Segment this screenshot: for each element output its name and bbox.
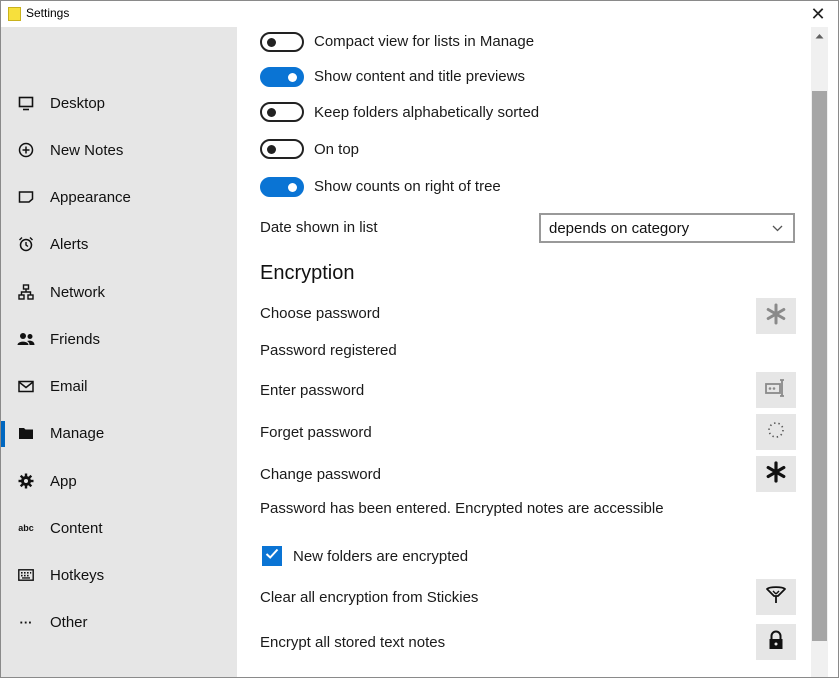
enter-password-label: Enter password (260, 382, 365, 399)
sidebar-item-other[interactable]: ··· Other (1, 602, 237, 642)
note-icon (16, 187, 36, 207)
change-password-label: Change password (260, 466, 381, 483)
toggle-knob (288, 183, 297, 192)
close-button[interactable]: ✕ (798, 1, 838, 27)
sidebar-item-alerts[interactable]: Alerts (1, 224, 237, 264)
toggle-alphabetical-sort[interactable] (260, 102, 304, 122)
monitor-icon (16, 93, 36, 113)
password-field-icon (765, 378, 787, 402)
toggle-label-compact-view: Compact view for lists in Manage (314, 33, 535, 50)
date-shown-label: Date shown in list (260, 219, 378, 236)
sidebar-item-new-notes[interactable]: New Notes (1, 130, 237, 170)
date-shown-dropdown[interactable]: depends on category (539, 213, 795, 243)
sidebar-item-label: Friends (50, 330, 101, 348)
toggle-label-alphabetical-sort: Keep folders alphabetically sorted (314, 104, 540, 121)
sidebar-item-hotkeys[interactable]: Hotkeys (1, 555, 237, 595)
settings-window: Settings ✕ Desktop New Notes Appearance (0, 0, 839, 678)
sidebar-item-label: App (50, 472, 77, 490)
sidebar-item-appearance[interactable]: Appearance (1, 177, 237, 217)
forget-password-label: Forget password (260, 424, 372, 441)
vertical-scrollbar[interactable] (811, 27, 828, 677)
toggle-label-content-previews: Show content and title previews (314, 68, 525, 85)
abc-icon: abc (18, 523, 34, 533)
sidebar-item-app[interactable]: App (1, 461, 237, 501)
choose-password-label: Choose password (260, 305, 381, 322)
password-registered-label: Password registered (260, 342, 397, 359)
checkmark-icon (265, 547, 279, 565)
sidebar-item-label: Manage (50, 424, 105, 442)
plus-circle-icon (16, 140, 36, 160)
title-bar: Settings ✕ (1, 1, 838, 27)
toggle-knob (267, 108, 276, 117)
sidebar-item-label: Content (50, 519, 103, 537)
sidebar-item-content[interactable]: abc Content (1, 508, 237, 548)
toggle-knob (288, 73, 297, 82)
enter-password-button[interactable] (756, 372, 796, 408)
sidebar-item-label: Network (50, 283, 106, 301)
lock-icon (768, 630, 784, 655)
clear-encryption-button[interactable] (756, 579, 796, 615)
folder-icon (16, 423, 36, 443)
network-icon (16, 282, 36, 302)
sidebar: Desktop New Notes Appearance Alerts Netw (1, 27, 237, 677)
clear-encryption-label: Clear all encryption from Stickies (260, 589, 479, 606)
asterisk-icon (765, 460, 787, 488)
sidebar-item-label: Alerts (50, 235, 89, 253)
sidebar-item-network[interactable]: Network (1, 272, 237, 312)
new-folders-encrypted-label: New folders are encrypted (293, 548, 469, 565)
encrypt-all-label: Encrypt all stored text notes (260, 634, 446, 651)
scrollbar-thumb[interactable] (812, 91, 827, 641)
window-title: Settings (26, 6, 70, 20)
sidebar-item-manage[interactable]: Manage (1, 413, 237, 453)
new-folders-encrypted-checkbox[interactable] (262, 546, 282, 566)
gear-icon (16, 471, 36, 491)
sidebar-item-label: Hotkeys (50, 566, 105, 584)
date-shown-value: depends on category (549, 220, 690, 237)
toggle-label-on-top: On top (314, 141, 360, 158)
stickies-app-icon (8, 7, 21, 21)
alarm-clock-icon (16, 234, 36, 254)
toggle-on-top[interactable] (260, 139, 304, 159)
toggle-content-previews[interactable] (260, 67, 304, 87)
envelope-icon (16, 376, 36, 396)
toggle-label-counts-right: Show counts on right of tree (314, 178, 501, 195)
toggle-compact-view[interactable] (260, 32, 304, 52)
sidebar-item-friends[interactable]: Friends (1, 319, 237, 359)
forget-password-button[interactable] (756, 414, 796, 450)
sidebar-item-label: Other (50, 613, 88, 631)
chevron-down-icon (772, 221, 783, 235)
sidebar-item-email[interactable]: Email (1, 366, 237, 406)
choose-password-button[interactable] (756, 298, 796, 334)
sidebar-item-label: Email (50, 377, 88, 395)
broom-icon (765, 585, 787, 610)
toggle-counts-right[interactable] (260, 177, 304, 197)
settings-content: Compact view for lists in Manage Show co… (237, 27, 811, 677)
toggle-knob (267, 145, 276, 154)
password-status-text: Password has been entered. Encrypted not… (260, 500, 664, 517)
sidebar-item-desktop[interactable]: Desktop (1, 83, 237, 123)
sidebar-item-label: Appearance (50, 188, 131, 206)
dotted-circle-icon (767, 421, 785, 444)
people-icon (16, 329, 36, 349)
sidebar-item-label: New Notes (50, 141, 124, 159)
scroll-up-arrow-icon[interactable] (811, 27, 828, 44)
encrypt-all-button[interactable] (756, 624, 796, 660)
encryption-heading: Encryption (260, 262, 355, 284)
ellipsis-icon: ··· (19, 614, 33, 630)
change-password-button[interactable] (756, 456, 796, 492)
asterisk-icon (765, 303, 787, 330)
keyboard-icon (16, 565, 36, 585)
toggle-knob (267, 38, 276, 47)
sidebar-item-label: Desktop (50, 94, 106, 112)
